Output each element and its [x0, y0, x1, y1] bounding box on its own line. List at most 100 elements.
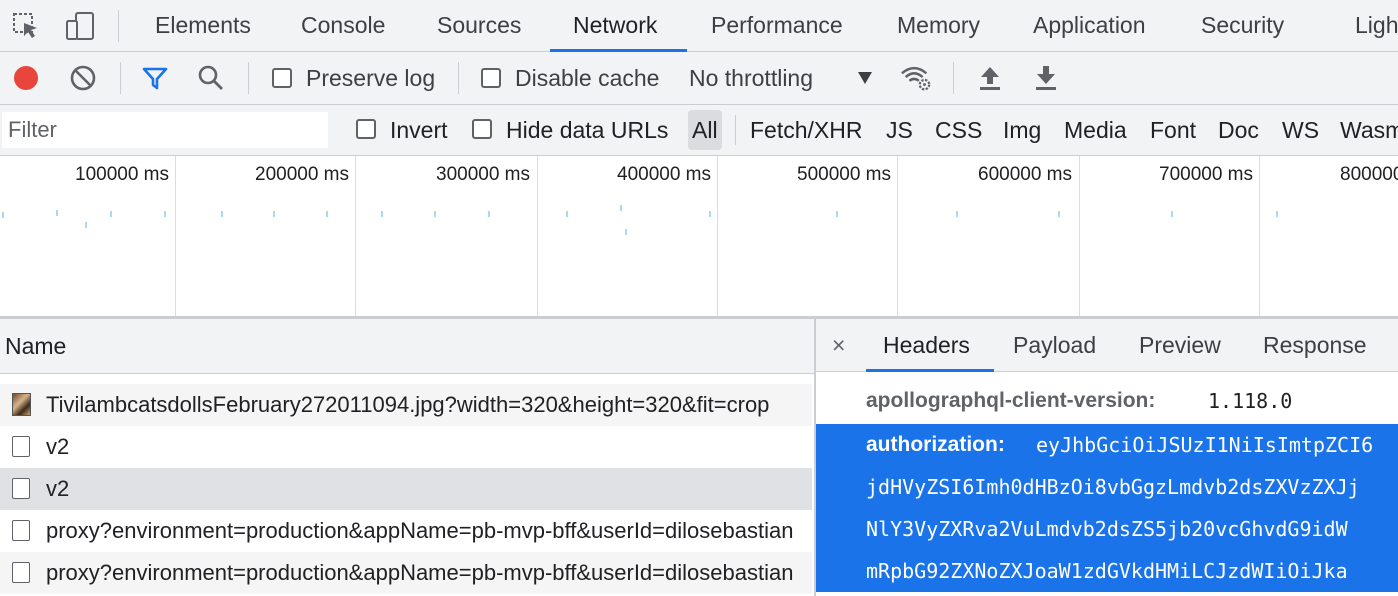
type-filter-doc[interactable]: Doc: [1218, 105, 1259, 155]
type-filter-fetch-xhr[interactable]: Fetch/XHR: [750, 105, 862, 155]
request-tick: [110, 211, 112, 217]
import-har-icon[interactable]: [974, 62, 1006, 94]
filter-input[interactable]: [2, 112, 328, 148]
preserve-log-label: Preserve log: [306, 65, 436, 91]
throttling-select[interactable]: No throttling: [689, 52, 813, 104]
request-name: v2: [46, 476, 70, 501]
tab-lighthouse[interactable]: Ligh: [1355, 0, 1398, 51]
name-column-header[interactable]: Name: [0, 319, 814, 374]
toolbar-divider: [248, 62, 249, 94]
request-tick: [273, 211, 275, 217]
header-row-selected[interactable]: jdHVyZSI6Imh0dHBzOi8vbGgzLmdvb2dsZXVzZXJ…: [816, 466, 1398, 508]
filter-bar: Invert Hide data URLs All Fetch/XHR JS C…: [0, 105, 1398, 156]
type-filter-img[interactable]: Img: [1003, 105, 1041, 155]
document-icon: [12, 520, 30, 541]
requests-list: Name TivilambcatsdollsFebruary272011094.…: [0, 319, 816, 596]
header-key: apollographql-client-version:: [866, 389, 1156, 412]
hide-data-urls-checkbox[interactable]: [472, 119, 492, 139]
close-icon[interactable]: ×: [832, 319, 845, 371]
tab-performance[interactable]: Performance: [711, 0, 843, 51]
table-row-selected[interactable]: v2: [0, 468, 812, 510]
grid-line: [717, 156, 718, 316]
type-filter-ws[interactable]: WS: [1282, 105, 1319, 155]
timeline-label: 600000 ms: [978, 164, 1073, 185]
grid-line: [1079, 156, 1080, 316]
request-tick: [620, 205, 622, 211]
document-icon: [12, 478, 30, 499]
tab-preview[interactable]: Preview: [1139, 319, 1221, 371]
filter-icon[interactable]: [139, 62, 171, 94]
request-tick: [56, 210, 58, 216]
chevron-down-icon[interactable]: [857, 71, 873, 90]
toolbar-divider: [118, 10, 119, 42]
timeline-label: 100000 ms: [75, 164, 170, 185]
document-icon: [12, 562, 30, 583]
table-row[interactable]: TivilambcatsdollsFebruary272011094.jpg?w…: [0, 384, 812, 426]
type-filter-wasm[interactable]: Wasm: [1340, 105, 1398, 155]
request-tick: [326, 211, 328, 217]
tab-headers[interactable]: Headers: [883, 319, 970, 371]
clear-icon[interactable]: [67, 62, 99, 94]
type-filter-css[interactable]: CSS: [935, 105, 982, 155]
type-filter-media[interactable]: Media: [1064, 105, 1127, 155]
record-icon[interactable]: [10, 62, 42, 94]
header-key: authorization:: [866, 433, 1005, 456]
header-row-selected[interactable]: NlY3VyZXRva2VuLmdvb2dsZS5jb20vcGhvdG9idW: [816, 508, 1398, 550]
timeline-label: 500000 ms: [797, 164, 892, 185]
device-toolbar-icon[interactable]: [64, 10, 96, 42]
grid-line: [1259, 156, 1260, 316]
tab-payload[interactable]: Payload: [1013, 319, 1096, 371]
request-name: proxy?environment=production&appName=pb-…: [46, 518, 794, 543]
type-filter-js[interactable]: JS: [886, 105, 913, 155]
toolbar-divider: [120, 62, 121, 94]
request-tick: [625, 229, 627, 235]
tab-memory[interactable]: Memory: [897, 0, 980, 51]
tab-security[interactable]: Security: [1201, 0, 1284, 51]
tab-elements[interactable]: Elements: [155, 0, 251, 51]
toolbar-divider: [735, 115, 736, 145]
details-tab-bar: × Headers Payload Preview Response: [816, 319, 1398, 372]
disable-cache-label: Disable cache: [515, 65, 660, 91]
network-conditions-icon[interactable]: [900, 62, 932, 94]
request-tick: [434, 211, 436, 217]
request-tick: [836, 211, 838, 217]
request-tick: [488, 211, 490, 217]
request-tick: [221, 211, 223, 217]
preserve-log-checkbox[interactable]: [272, 68, 292, 88]
tab-sources[interactable]: Sources: [437, 0, 521, 51]
network-overview-timeline[interactable]: 100000 ms 200000 ms 300000 ms 400000 ms …: [0, 156, 1398, 319]
type-filter-font[interactable]: Font: [1150, 105, 1196, 155]
header-value-continued: NlY3VyZXRva2VuLmdvb2dsZS5jb20vcGhvdG9idW: [866, 517, 1348, 541]
header-row[interactable]: apollographql-client-version: 1.118.0: [816, 380, 1398, 422]
toolbar-divider: [458, 62, 459, 94]
tab-application[interactable]: Application: [1033, 0, 1146, 51]
active-tab-indicator: [866, 369, 994, 372]
request-tick: [2, 212, 4, 218]
table-row[interactable]: proxy?environment=production&appName=pb-…: [0, 552, 812, 594]
header-value-continued: jdHVyZSI6Imh0dHBzOi8vbGgzLmdvb2dsZXVzZXJ…: [866, 475, 1360, 499]
header-value-continued: mRpbG92ZXNoZXJoaW1zdGVkdHMiLCJzdWIiOiJka: [866, 559, 1348, 583]
inspect-element-icon[interactable]: [10, 10, 42, 42]
header-row-selected[interactable]: mRpbG92ZXNoZXJoaW1zdGVkdHMiLCJzdWIiOiJka: [816, 550, 1398, 592]
header-value: 1.118.0: [1208, 389, 1293, 413]
timeline-label: 800000: [1340, 164, 1398, 185]
tab-network[interactable]: Network: [573, 0, 657, 51]
timeline-label: 400000 ms: [617, 164, 712, 185]
tab-response[interactable]: Response: [1263, 319, 1367, 371]
request-tick: [164, 211, 166, 217]
tab-console[interactable]: Console: [301, 0, 385, 51]
invert-checkbox[interactable]: [356, 119, 376, 139]
export-har-icon[interactable]: [1030, 62, 1062, 94]
disable-cache-checkbox[interactable]: [481, 68, 501, 88]
search-icon[interactable]: [195, 62, 227, 94]
header-row-selected[interactable]: authorization: eyJhbGciOiJSUzI1NiIsImtpZ…: [816, 424, 1398, 466]
request-tick: [381, 211, 383, 217]
type-filter-all[interactable]: All: [688, 110, 722, 150]
grid-line: [175, 156, 176, 316]
table-row[interactable]: proxy?environment=production&appName=pb-…: [0, 510, 812, 552]
header-value: eyJhbGciOiJSUzI1NiIsImtpZCI6: [1036, 433, 1374, 457]
name-column-label: Name: [5, 333, 67, 359]
timeline-label: 200000 ms: [255, 164, 350, 185]
table-row[interactable]: v2: [0, 426, 812, 468]
request-tick: [85, 222, 87, 228]
